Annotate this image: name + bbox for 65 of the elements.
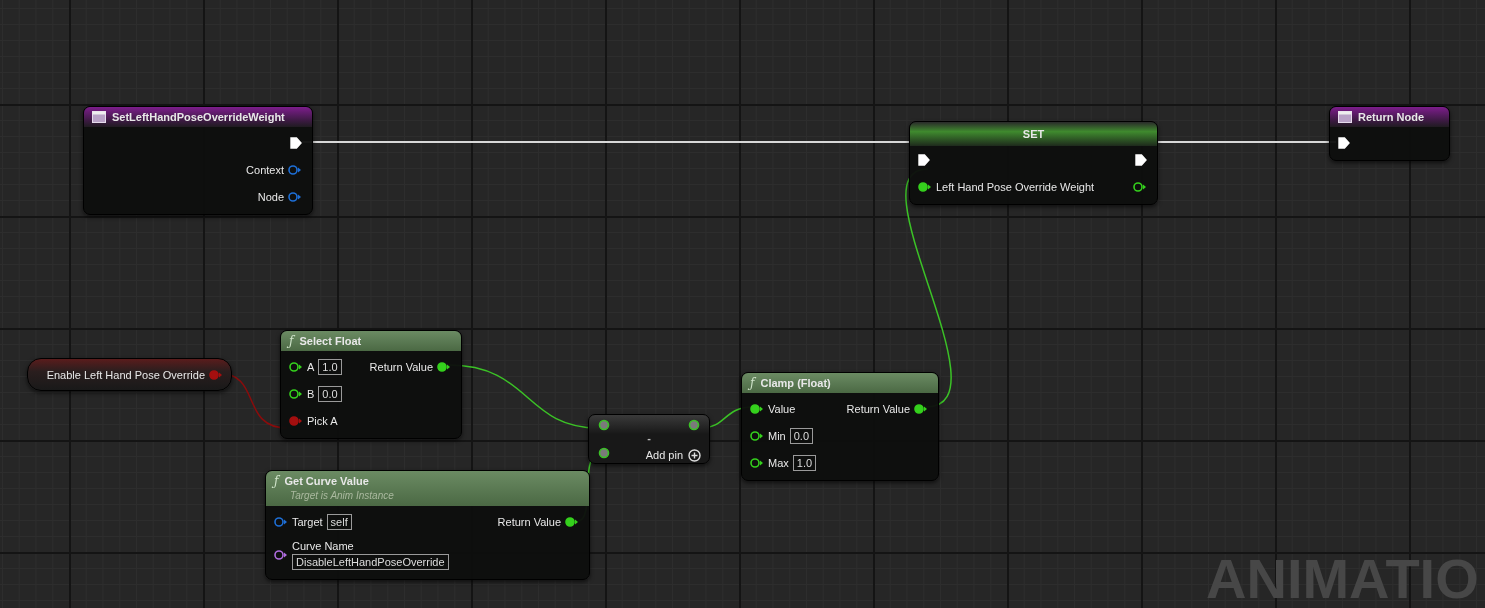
graph-node[interactable]: ƒ Clamp (Float) Value Return Value Min 0.0 Max 1.0 (741, 372, 939, 481)
pin-icon[interactable] (289, 387, 303, 400)
exec-pin-icon[interactable] (1135, 153, 1147, 166)
pin-label: Pick A (307, 414, 338, 427)
pin-icon[interactable] (750, 429, 764, 442)
graph-node[interactable]: ƒ Get Curve Value Target is Anim Instance Target self Return Value Curve Name DisableLeftHandPoseOverride (265, 470, 590, 580)
node-title: SET (1022, 128, 1045, 140)
pin-icon[interactable] (288, 190, 302, 203)
graph-node[interactable]: ƒ Select Float A 1.0 Return Value B 0.0 Pick A (280, 330, 462, 439)
variable-node[interactable]: Enable Left Hand Pose Override (27, 358, 232, 391)
pin-icon[interactable] (750, 402, 764, 415)
pin-icon[interactable] (1133, 180, 1147, 193)
node-title: Enable Left Hand Pose Override (46, 368, 205, 381)
value-field[interactable]: 0.0 (789, 427, 814, 444)
pin-label: Min (768, 429, 786, 442)
exec-pin-icon[interactable] (290, 136, 302, 149)
pin-label: B (307, 387, 315, 400)
exec-pin-icon[interactable] (918, 153, 930, 166)
function-icon: ƒ (750, 376, 755, 390)
pin-label: Context (246, 163, 284, 176)
exec-pin-icon[interactable] (1338, 136, 1350, 149)
pin-label: Max (768, 456, 789, 469)
node-subtitle: Target is Anim Instance (290, 490, 395, 501)
pin-icon[interactable] (918, 180, 932, 193)
graph-node[interactable]: Return Node (1329, 106, 1450, 161)
value-field[interactable]: 1.0 (318, 358, 342, 375)
pin-label: Target (292, 515, 323, 528)
pin-icon[interactable] (274, 515, 288, 528)
pin-label: Return Value (369, 360, 433, 373)
pin-icon[interactable] (289, 360, 303, 373)
node-title: Select Float (299, 335, 362, 347)
pin-label: Value (768, 402, 796, 415)
node-title: Clamp (Float) (760, 377, 831, 389)
value-field[interactable]: 1.0 (792, 454, 817, 471)
pin-label: A (307, 360, 315, 373)
operator-symbol: - (647, 432, 651, 444)
pin-icon[interactable] (597, 419, 611, 431)
pin-label: Return Value (497, 515, 561, 528)
graph-node[interactable]: SetLeftHandPoseOverrideWeight Context Node (83, 106, 313, 215)
window-icon (1338, 111, 1352, 123)
node-title: Get Curve Value (284, 475, 369, 487)
pin-icon[interactable] (914, 402, 928, 415)
node-title: SetLeftHandPoseOverrideWeight (112, 111, 285, 123)
graph-node[interactable]: - Add pin (588, 414, 710, 464)
pin-label: Curve Name (292, 540, 355, 552)
value-field[interactable]: self (326, 513, 352, 530)
function-icon: ƒ (274, 474, 279, 488)
add-icon (688, 448, 701, 462)
window-icon (92, 111, 106, 123)
pin-label: Node (257, 190, 284, 203)
pin-label: Left Hand Pose Override Weight (936, 180, 1095, 193)
graph-node[interactable]: SET Left Hand Pose Override Weight (909, 121, 1158, 205)
node-title: Return Node (1358, 111, 1424, 123)
value-field[interactable]: DisableLeftHandPoseOverride (292, 554, 449, 570)
function-icon: ƒ (289, 334, 294, 348)
pin-icon[interactable] (565, 515, 579, 528)
pin-icon[interactable] (274, 549, 288, 561)
pin-icon[interactable] (597, 447, 611, 459)
pin-icon[interactable] (437, 360, 451, 373)
pin-icon[interactable] (750, 456, 764, 469)
value-field[interactable]: 0.0 (318, 385, 342, 402)
add-pin-button[interactable]: Add pin (645, 444, 701, 462)
pin-label: Return Value (846, 402, 910, 415)
pin-icon[interactable] (687, 419, 701, 431)
pin-icon[interactable] (288, 163, 302, 176)
